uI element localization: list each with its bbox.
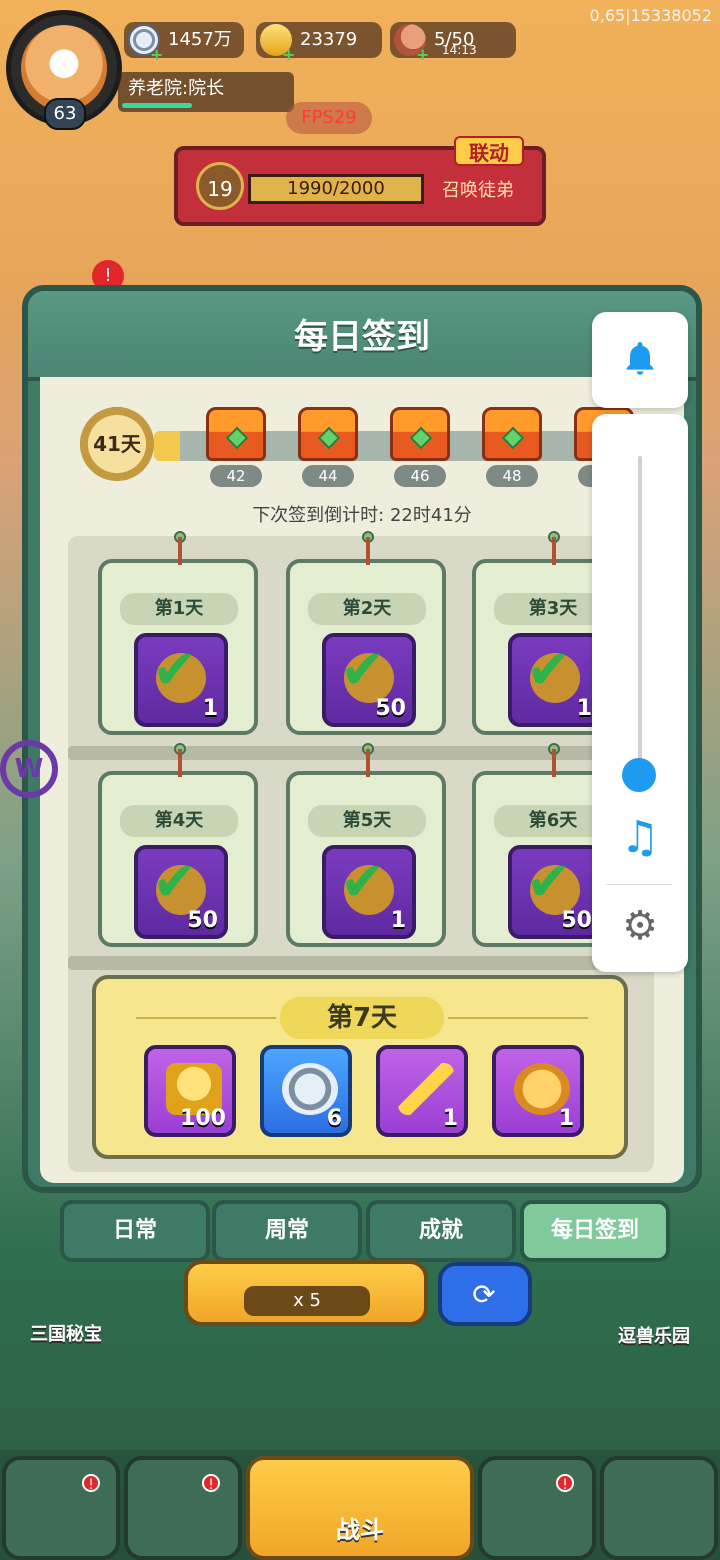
xp-bar (122, 103, 192, 108)
milestone-progress-fill (154, 431, 180, 461)
day-label: 第5天 (308, 805, 426, 837)
reward-item[interactable]: 1 (376, 1045, 468, 1137)
silver-resource[interactable]: + 1457万 (124, 22, 244, 63)
day-label: 第4天 (120, 805, 238, 837)
reward-item[interactable]: ✔ 1 (508, 633, 602, 727)
day-card-7[interactable]: 第7天 100 6 1 1 (92, 975, 628, 1159)
claimed-check-icon: ✔ (526, 850, 572, 913)
milestone-chest[interactable] (482, 407, 542, 461)
assistant-logo-icon[interactable]: W (0, 740, 58, 798)
reward-item[interactable]: ✔ 50 (508, 845, 602, 939)
volume-slider-track[interactable] (638, 456, 642, 776)
day-card-2[interactable]: 第2天 ✔ 50 (286, 531, 446, 735)
gold-resource[interactable]: + 23379 (256, 22, 382, 63)
reward-qty: 50 (187, 908, 218, 933)
milestone-chest[interactable] (298, 407, 358, 461)
banner-level: 19 (196, 162, 244, 210)
reward-qty: 1 (390, 908, 406, 933)
claimed-check-icon: ✔ (340, 638, 386, 701)
volume-slider-knob[interactable] (622, 758, 656, 792)
shelf (68, 746, 654, 760)
reward-item[interactable]: ✔ 50 (322, 633, 416, 727)
reward-item[interactable]: ✔ 1 (134, 633, 228, 727)
meat-resource[interactable]: + 5/50 14:13 (390, 22, 516, 63)
nav-shop[interactable] (2, 1456, 120, 1560)
reward-qty: 50 (561, 908, 592, 933)
milestone-chest[interactable] (390, 407, 450, 461)
tab-daily[interactable]: 日常 (60, 1200, 210, 1262)
divider (606, 884, 672, 885)
claimed-check-icon: ✔ (340, 850, 386, 913)
nav-equipment[interactable] (124, 1456, 242, 1560)
divider (136, 1017, 276, 1019)
reward-qty: 6 (326, 1106, 342, 1131)
milestone-label: 48 (486, 465, 538, 487)
refresh-icon: ⟳ (472, 1278, 496, 1311)
banner-progress-text: 1990/2000 (287, 178, 385, 199)
milestone-chest[interactable] (206, 407, 266, 461)
reward-qty: 1 (558, 1106, 574, 1131)
summon-button[interactable]: 召唤徒弟 (442, 176, 514, 202)
claimed-check-icon: ✔ (152, 638, 198, 701)
reward-item[interactable]: ✔ 50 (134, 845, 228, 939)
gear-icon[interactable]: ⚙ (618, 904, 662, 948)
milestone-label: 44 (302, 465, 354, 487)
nav-badge: ! (202, 1474, 220, 1493)
day-card-1[interactable]: 第1天 ✔ 1 (98, 531, 258, 735)
battle-cost: x 5 (244, 1286, 370, 1316)
plus-icon[interactable]: + (416, 47, 430, 63)
nav-battle-label: 战斗 (336, 1516, 384, 1544)
reward-item[interactable]: 6 (260, 1045, 352, 1137)
sanguo-treasure-label[interactable]: 三国秘宝 (30, 1320, 102, 1346)
day-label: 第7天 (280, 997, 444, 1039)
claimed-check-icon: ✔ (526, 638, 572, 701)
reward-item[interactable]: 100 (144, 1045, 236, 1137)
day-card-5[interactable]: 第5天 ✔ 1 (286, 743, 446, 947)
nav-heroes[interactable] (478, 1456, 596, 1560)
corner-id: 0,65|15338052 (589, 6, 712, 25)
reward-qty: 1 (576, 696, 592, 721)
pet-park-label[interactable]: 逗兽乐园 (618, 1322, 690, 1348)
nav-badge: ! (556, 1474, 574, 1493)
player-title: 养老院:院长 (118, 72, 294, 112)
plus-icon[interactable]: + (282, 47, 296, 63)
milestone-label: 46 (394, 465, 446, 487)
tab-daily-signin[interactable]: 每日签到 (520, 1200, 670, 1262)
collab-tag: 联动 (454, 136, 524, 166)
reward-item[interactable]: 1 (492, 1045, 584, 1137)
day-label: 第2天 (308, 593, 426, 625)
tab-achievements[interactable]: 成就 (366, 1200, 516, 1262)
silver-value: 1457万 (168, 29, 232, 50)
plus-icon[interactable]: + (150, 47, 164, 63)
reward-qty: 50 (375, 696, 406, 721)
fps-counter: FPS29 (286, 102, 372, 134)
gold-value: 23379 (300, 29, 358, 50)
reward-qty: 1 (442, 1106, 458, 1131)
reward-item[interactable]: ✔ 1 (322, 845, 416, 939)
summon-banner[interactable]: 19 1990/2000 召唤徒弟 联动 (174, 136, 546, 226)
claimed-check-icon: ✔ (152, 850, 198, 913)
bell-icon[interactable] (620, 336, 660, 380)
reward-qty: 100 (180, 1106, 226, 1131)
music-muted-icon[interactable]: ♫ (616, 812, 664, 864)
signed-days-badge: 41天 (80, 407, 154, 481)
reward-qty: 1 (202, 696, 218, 721)
banner-progress: 1990/2000 (248, 174, 424, 204)
shelf (68, 956, 654, 970)
day-card-4[interactable]: 第4天 ✔ 50 (98, 743, 258, 947)
divider (448, 1017, 588, 1019)
meat-timer: 14:13 (442, 43, 477, 57)
nav-badge: ! (82, 1474, 100, 1493)
milestone-label: 42 (210, 465, 262, 487)
day-label: 第1天 (120, 593, 238, 625)
player-level-badge: 63 (44, 98, 86, 130)
nav-upgrade[interactable] (600, 1456, 718, 1560)
player-title-text: 养老院:院长 (128, 78, 225, 99)
tab-weekly[interactable]: 周常 (212, 1200, 362, 1262)
